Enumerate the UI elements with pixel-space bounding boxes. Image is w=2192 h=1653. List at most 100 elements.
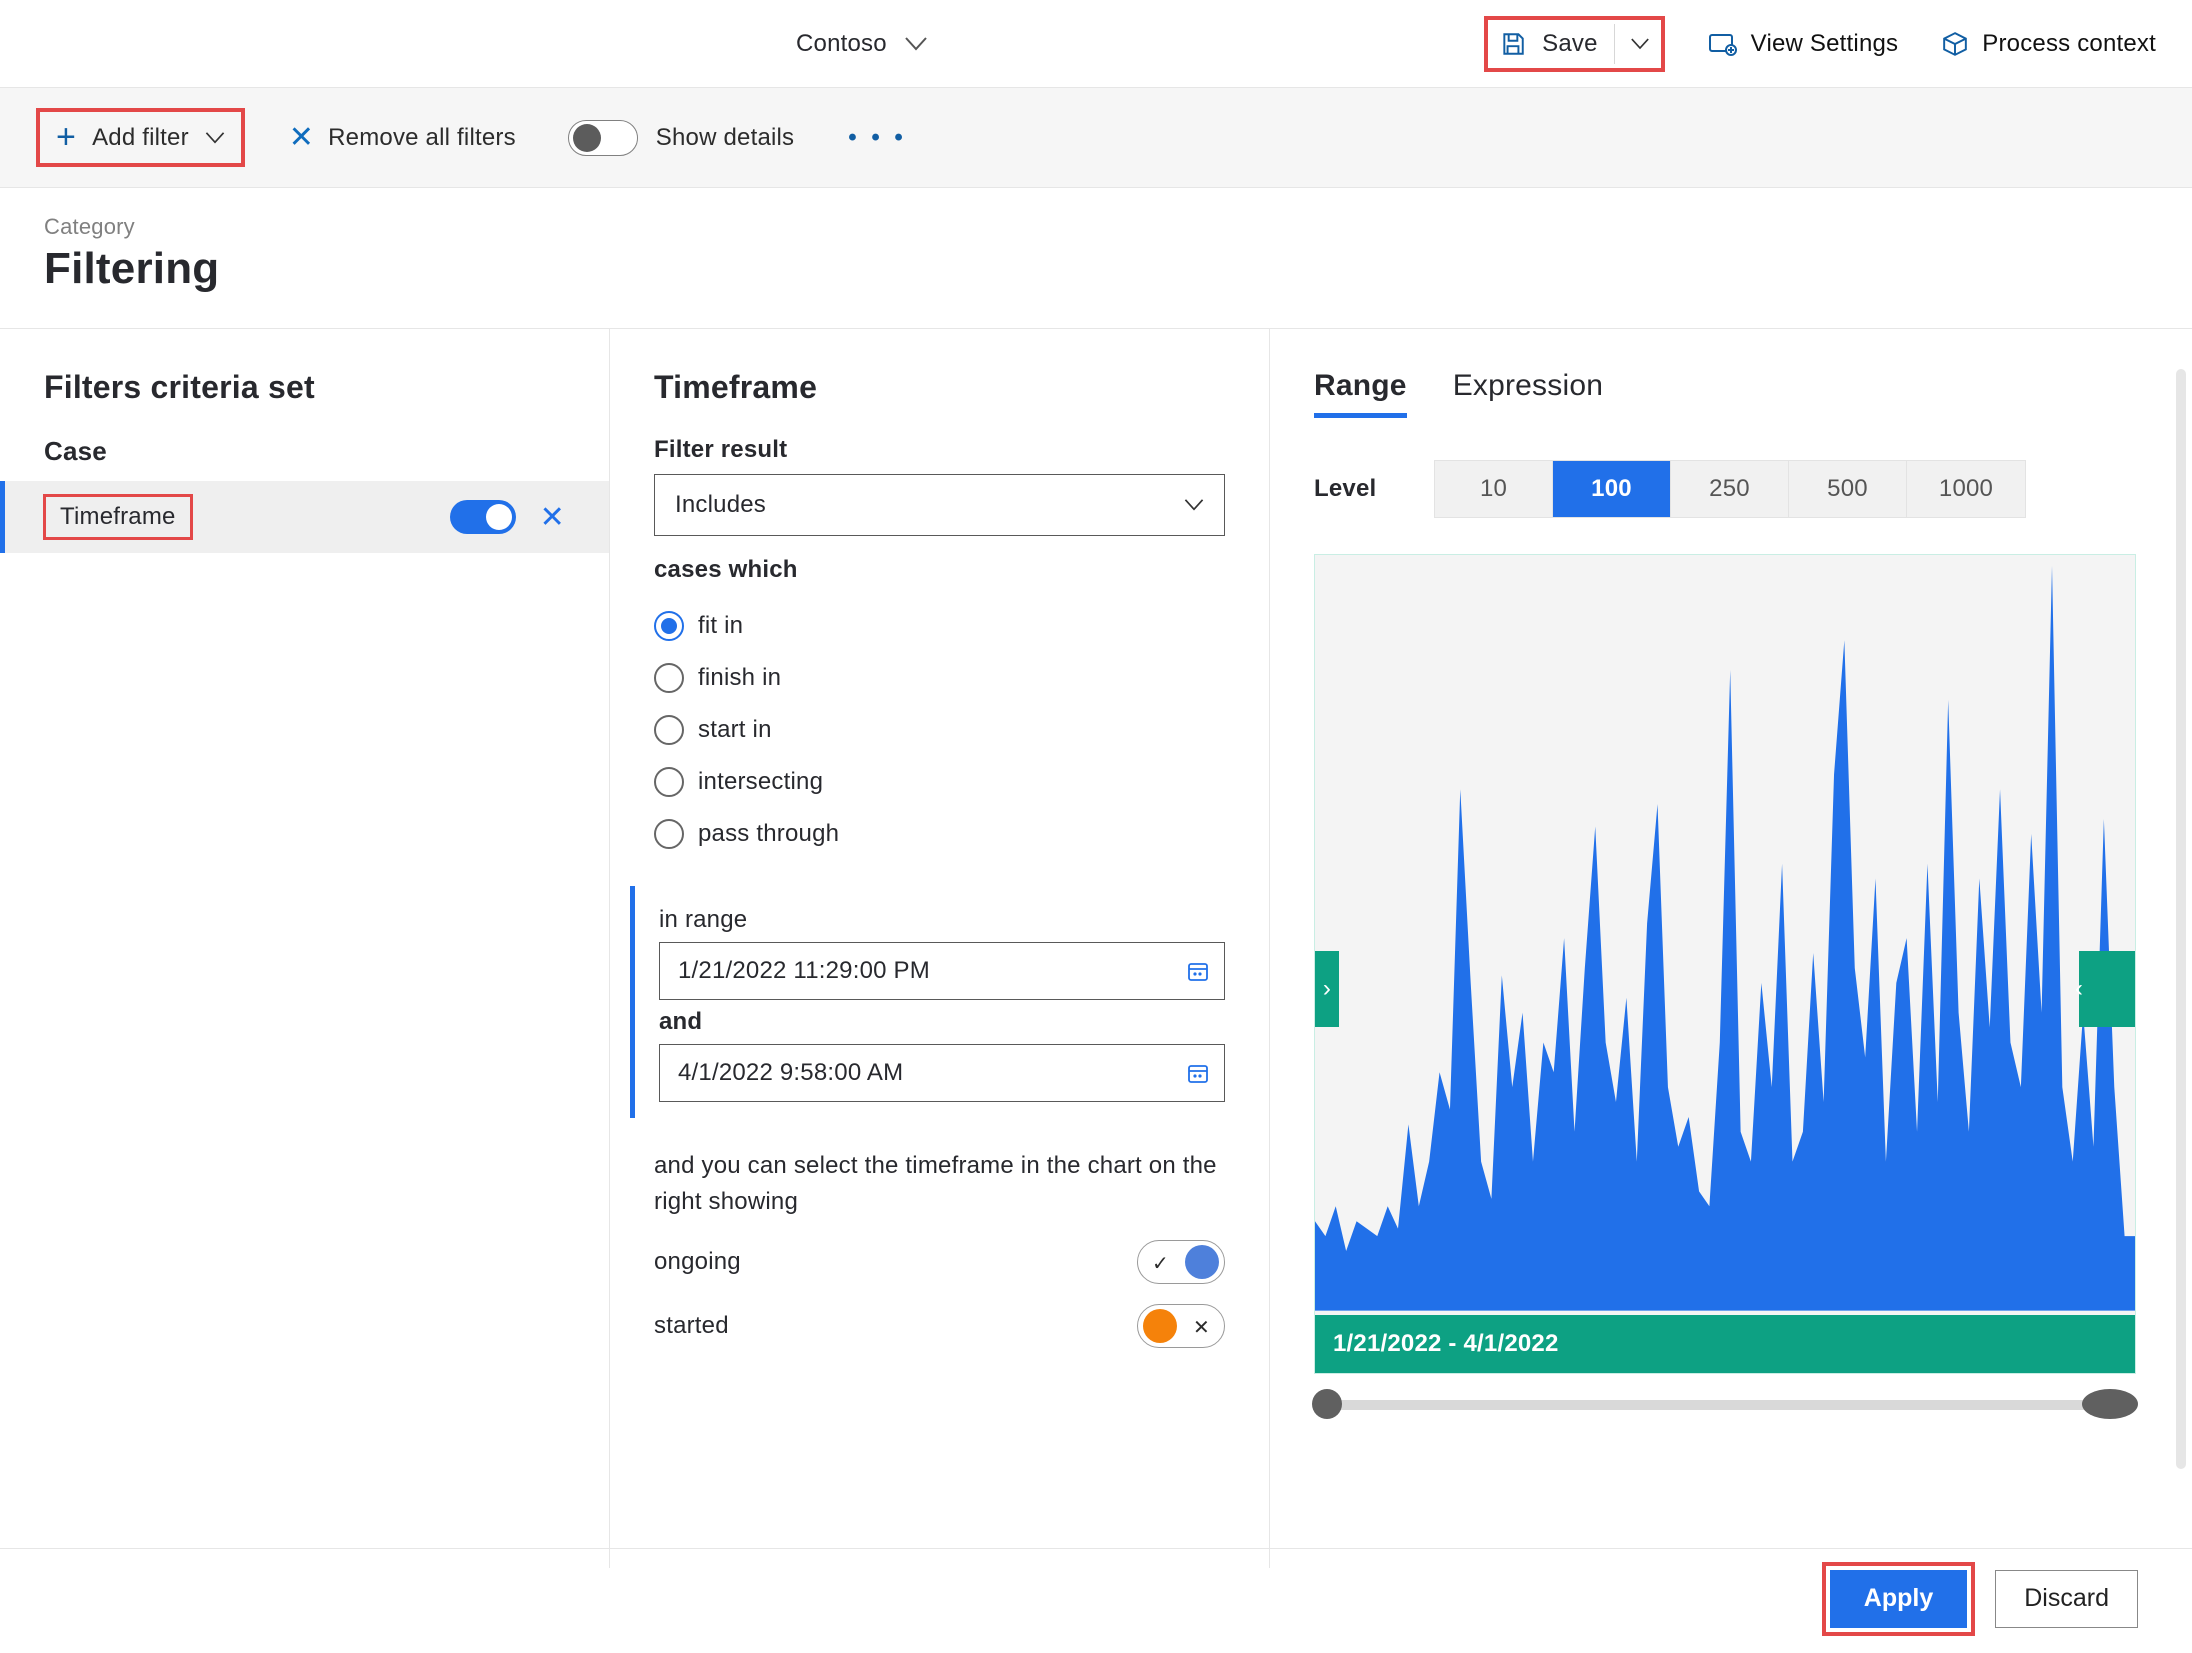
process-context-label: Process context [1982,30,2156,58]
process-context-button[interactable]: Process context [1942,30,2156,58]
view-settings-label: View Settings [1751,30,1899,58]
level-option-500[interactable]: 500 [1789,461,1907,517]
chart-range-label: 1/21/2022 - 4/1/2022 [1315,1315,2135,1373]
radio-start-in[interactable]: start in [654,704,1225,756]
filter-item-label: Timeframe [60,503,176,530]
cases-radio-group: fit in finish in start in intersecting p… [654,600,1225,860]
slider-knob-right[interactable] [2082,1389,2138,1419]
chevron-down-icon[interactable] [205,132,225,144]
separator [1614,24,1615,64]
filter-bar: + Add filter ✕ Remove all filters Show d… [0,88,2192,188]
save-button-callout: Save [1484,16,1665,72]
toggle-knob [1185,1245,1219,1279]
view-settings-button[interactable]: View Settings [1709,30,1899,58]
filter-group-label: Case [44,436,565,467]
show-details-toggle[interactable] [568,120,638,156]
filter-criteria-panel: Filters criteria set Case Timeframe ✕ [0,329,610,1568]
level-segmented: 10 100 250 500 1000 [1434,460,2026,518]
level-option-10[interactable]: 10 [1435,461,1553,517]
level-label: Level [1314,475,1434,503]
check-icon: ✓ [1152,1251,1169,1276]
content-grid: Filters criteria set Case Timeframe ✕ Ti… [0,328,2192,1568]
top-bar: Contoso Save View Settings [0,0,2192,88]
radio-pass-through[interactable]: pass through [654,808,1225,860]
cube-icon [1942,31,1968,57]
more-actions-button[interactable]: • • • [848,124,907,152]
radio-icon [654,767,684,797]
remove-filter-button[interactable]: ✕ [540,500,565,535]
add-filter-callout: + Add filter [36,108,245,167]
and-label: and [659,1008,1225,1036]
apply-button[interactable]: Apply [1830,1570,1967,1628]
calendar-icon[interactable] [1186,959,1210,983]
chevron-down-icon [905,37,927,51]
filter-config-heading: Timeframe [654,369,1225,406]
remove-all-filters-button[interactable]: ✕ Remove all filters [289,120,516,155]
date-to-input[interactable]: 4/1/2022 9:58:00 AM [659,1044,1225,1102]
tab-expression[interactable]: Expression [1453,369,1603,418]
radio-fit-in[interactable]: fit in [654,600,1225,652]
footer: Apply Discard [0,1548,2192,1648]
save-label: Save [1542,30,1598,58]
add-filter-button[interactable]: Add filter [92,124,189,152]
calendar-icon[interactable] [1186,1061,1210,1085]
view-settings-icon [1709,32,1737,56]
level-option-250[interactable]: 250 [1671,461,1789,517]
level-option-1000[interactable]: 1000 [1907,461,2025,517]
chevron-down-icon [1184,499,1204,511]
close-icon: ✕ [1193,1315,1210,1340]
plus-icon: + [56,118,76,157]
filter-enabled-toggle[interactable] [450,500,516,534]
cases-which-label: cases which [654,556,1225,584]
filter-result-label: Filter result [654,436,1225,464]
slider-knob-left[interactable] [1312,1389,1342,1419]
filter-config-panel: Timeframe Filter result Includes cases w… [610,329,1270,1568]
radio-label: fit in [698,612,743,640]
ongoing-toggle[interactable]: ✓ [1137,1240,1225,1284]
tab-range[interactable]: Range [1314,369,1407,418]
date-from-input[interactable]: 1/21/2022 11:29:00 PM [659,942,1225,1000]
chevron-down-icon[interactable] [1631,38,1649,50]
radio-intersecting[interactable]: intersecting [654,756,1225,808]
ongoing-label: ongoing [654,1248,741,1276]
filter-item-timeframe[interactable]: Timeframe ✕ [0,481,609,553]
filter-result-select[interactable]: Includes [654,474,1225,536]
range-block: in range 1/21/2022 11:29:00 PM and 4/1/2… [630,886,1225,1118]
in-range-label: in range [659,906,1225,934]
level-option-100[interactable]: 100 [1553,461,1671,517]
radio-finish-in[interactable]: finish in [654,652,1225,704]
radio-icon [654,611,684,641]
radio-icon [654,819,684,849]
chart-handle-left[interactable]: › [1315,951,1339,1027]
started-label: started [654,1312,729,1340]
toggle-knob [1143,1309,1177,1343]
filter-result-value: Includes [675,491,766,519]
remove-all-label: Remove all filters [328,124,516,152]
radio-icon [654,715,684,745]
discard-button[interactable]: Discard [1995,1570,2138,1628]
date-to-value: 4/1/2022 9:58:00 AM [678,1059,903,1087]
chart-panel: Range Expression Level 10 100 250 500 10… [1270,329,2192,1568]
page-heading: Category Filtering [0,188,2192,304]
help-text: and you can select the timeframe in the … [654,1148,1225,1220]
close-icon: ✕ [289,120,314,155]
page-title: Filtering [44,244,2148,294]
radio-label: pass through [698,820,839,848]
timeframe-chart[interactable]: › ‹ 1/21/2022 - 4/1/2022 [1314,554,2136,1374]
chart-range-slider[interactable] [1314,1396,2136,1414]
chart-tabs: Range Expression [1314,369,2136,418]
save-button[interactable]: Save [1500,24,1649,64]
chart-handle-right[interactable]: ‹ [2079,951,2135,1027]
filter-criteria-heading: Filters criteria set [44,369,565,406]
save-icon [1500,31,1526,57]
radio-icon [654,663,684,693]
started-toggle[interactable]: ✕ [1137,1304,1225,1348]
show-details-label: Show details [656,124,794,152]
environment-selector[interactable]: Contoso [796,30,927,58]
radio-label: intersecting [698,768,823,796]
environment-name: Contoso [796,30,887,58]
scrollbar[interactable] [2176,369,2186,1469]
filter-item-callout: Timeframe [43,494,193,540]
radio-label: start in [698,716,772,744]
area-chart-svg [1315,555,2135,1373]
